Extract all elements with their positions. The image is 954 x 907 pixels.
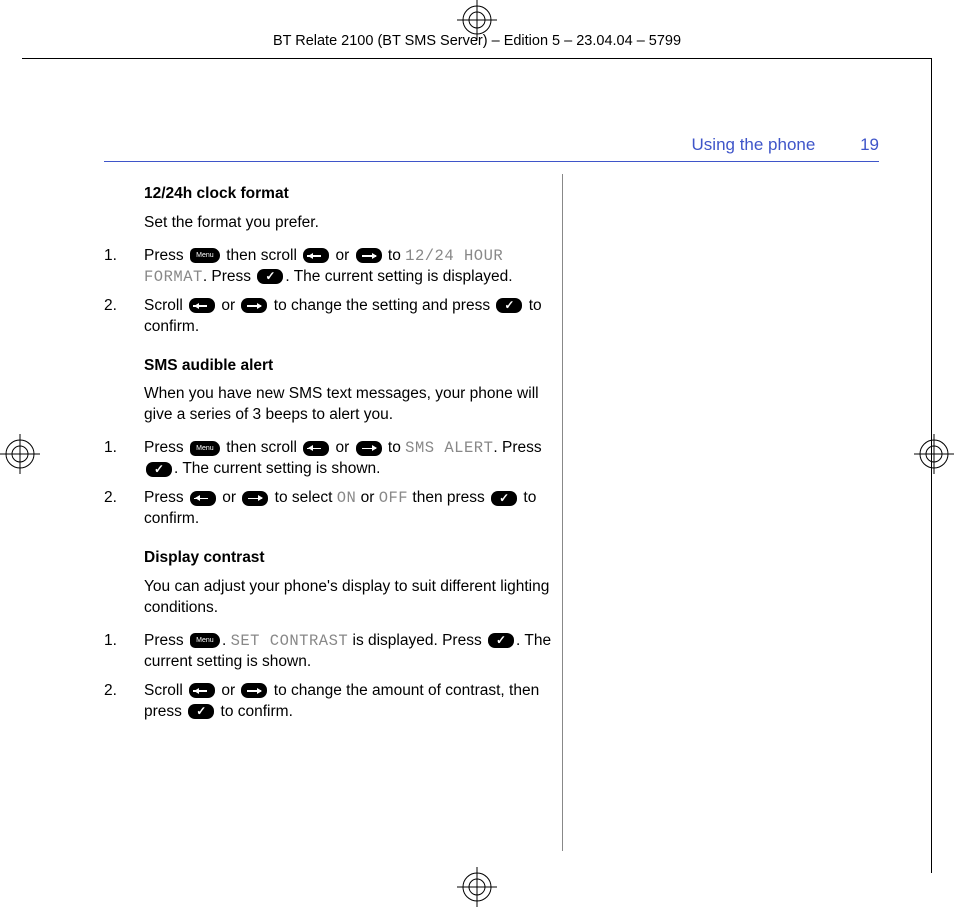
left-key-icon (190, 491, 216, 506)
section-title-sms-alert: SMS audible alert (144, 356, 552, 377)
main-column: 12/24h clock format Set the format you p… (104, 184, 562, 732)
step: 2. Scroll or to change the amount of con… (104, 681, 552, 723)
right-key-icon (241, 683, 267, 698)
left-key-icon (189, 683, 215, 698)
header-rule (104, 161, 879, 162)
left-key-icon (189, 298, 215, 313)
step-number: 1. (104, 438, 144, 480)
step: 1. Press . SET CONTRAST is displayed. Pr… (104, 631, 552, 673)
steps-display-contrast: 1. Press . SET CONTRAST is displayed. Pr… (104, 631, 552, 723)
intro-display-contrast: You can adjust your phone's display to s… (144, 577, 552, 619)
ok-key-icon (488, 633, 514, 648)
right-key-icon (241, 298, 267, 313)
step-number: 2. (104, 488, 144, 530)
left-key-icon (303, 248, 329, 263)
intro-sms-alert: When you have new SMS text messages, you… (144, 384, 552, 426)
step-number: 1. (104, 631, 144, 673)
page-number: 19 (860, 135, 879, 154)
step: 2. Scroll or to change the setting and p… (104, 296, 552, 338)
step-number: 2. (104, 296, 144, 338)
steps-sms-alert: 1. Press then scroll or to SMS ALERT. Pr… (104, 438, 552, 530)
lcd-text: SET CONTRAST (231, 632, 349, 650)
lcd-text: ON (337, 489, 357, 507)
left-key-icon (303, 441, 329, 456)
step-text: Press or to select ON or OFF then press … (144, 488, 552, 530)
step-number: 2. (104, 681, 144, 723)
step-text: Scroll or to change the setting and pres… (144, 296, 552, 338)
right-key-icon (356, 248, 382, 263)
ok-key-icon (257, 269, 283, 284)
ok-key-icon (491, 491, 517, 506)
menu-key-icon (190, 248, 220, 263)
step: 2. Press or to select ON or OFF then pre… (104, 488, 552, 530)
step: 1. Press then scroll or to SMS ALERT. Pr… (104, 438, 552, 480)
menu-key-icon (190, 441, 220, 456)
step-text: Scroll or to change the amount of contra… (144, 681, 552, 723)
ok-key-icon (146, 462, 172, 477)
steps-clock-format: 1. Press then scroll or to 12/24 HOUR FO… (104, 246, 552, 338)
section-title-clock-format: 12/24h clock format (144, 184, 552, 205)
right-key-icon (242, 491, 268, 506)
step-number: 1. (104, 246, 144, 288)
step: 1. Press then scroll or to 12/24 HOUR FO… (104, 246, 552, 288)
intro-clock-format: Set the format you prefer. (144, 213, 552, 234)
page-frame: Using the phone 19 12/24h clock format S… (22, 58, 932, 873)
ok-key-icon (496, 298, 522, 313)
ok-key-icon (188, 704, 214, 719)
lcd-text: OFF (379, 489, 408, 507)
right-key-icon (356, 441, 382, 456)
column-divider (562, 174, 563, 851)
crop-mark-bottom-icon (457, 867, 497, 907)
section-title-display-contrast: Display contrast (144, 548, 552, 569)
step-text: Press then scroll or to SMS ALERT. Press… (144, 438, 552, 480)
page-header: Using the phone 19 (692, 134, 879, 157)
lcd-text: SMS ALERT (405, 439, 493, 457)
step-text: Press . SET CONTRAST is displayed. Press… (144, 631, 552, 673)
section-name: Using the phone (692, 135, 816, 154)
step-text: Press then scroll or to 12/24 HOUR FORMA… (144, 246, 552, 288)
running-header: BT Relate 2100 (BT SMS Server) – Edition… (0, 32, 954, 52)
menu-key-icon (190, 633, 220, 648)
